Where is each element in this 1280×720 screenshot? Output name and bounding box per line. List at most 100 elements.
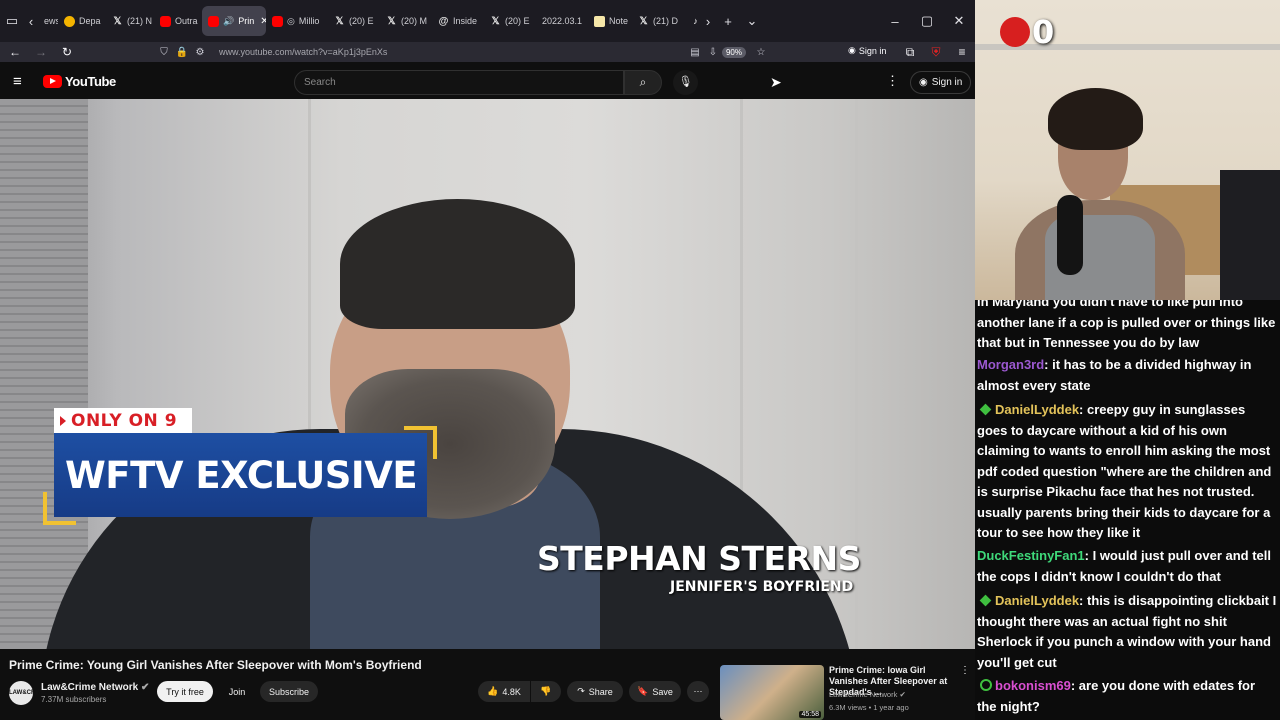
browser-tab[interactable]: ◎ Millio: [266, 6, 328, 36]
browser-tab[interactable]: ews: [38, 6, 58, 36]
new-tab-icon[interactable]: +: [716, 7, 740, 35]
search-button[interactable]: ⌕: [624, 70, 662, 95]
chat-message: bokonism69: are you done with edates for…: [977, 678, 1256, 714]
recommended-more-icon[interactable]: ⋮: [960, 665, 970, 676]
app-menu-icon[interactable]: ≡: [949, 42, 975, 62]
threads-icon: @: [438, 15, 449, 27]
more-options-icon[interactable]: ⋮: [886, 73, 899, 89]
x-icon: 𝕏: [639, 15, 648, 27]
lock-icon[interactable]: 🔒: [173, 47, 191, 58]
tab-list-chevron-icon[interactable]: ⌄: [740, 7, 764, 35]
browser-tab[interactable]: 𝕏 (20) M: [380, 6, 432, 36]
subscribe-button[interactable]: Subscribe: [260, 681, 318, 702]
browser-navbar: ← → ↻ ⛉ 🔒 ⚙ www.youtube.com/watch?v=aKp1…: [0, 42, 975, 62]
hamburger-menu-icon[interactable]: ≡: [13, 73, 22, 90]
youtube-signin-button[interactable]: ◉ Sign in: [910, 71, 972, 94]
browser-tab[interactable]: @ Inside: [432, 6, 484, 36]
x-icon: 𝕏: [335, 15, 344, 27]
browser-tab[interactable]: ♪: [684, 6, 700, 36]
play-triangle-icon: [60, 415, 66, 426]
share-button[interactable]: ↷ Share: [567, 681, 623, 702]
chat-message: DuckFestinyFan1: I would just pull over …: [977, 548, 1271, 584]
close-window-icon[interactable]: ✕: [943, 7, 975, 35]
zoom-level-badge[interactable]: 90%: [721, 46, 746, 58]
notepad-icon: [594, 15, 605, 27]
recommended-channel[interactable]: Law&Crime Network ✔: [829, 690, 906, 699]
chat-username[interactable]: DuckFestinyFan1: [977, 548, 1085, 563]
chat-username[interactable]: bokonism69: [995, 678, 1071, 693]
save-button[interactable]: 🔖 Save: [629, 681, 681, 702]
chat-message: Morgan3rd: it has to be a divided highwa…: [977, 357, 1252, 393]
counter-badge-icon: [1000, 17, 1030, 47]
browser-tab[interactable]: Depa: [58, 6, 106, 36]
forward-icon[interactable]: →: [28, 42, 54, 62]
save-page-icon[interactable]: ⇩: [704, 47, 722, 58]
bookmark-icon: 🔖: [637, 686, 649, 696]
channel-avatar[interactable]: LAW&CRIME: [9, 681, 46, 705]
browser-tab[interactable]: 𝕏 (20) E: [484, 6, 536, 36]
voice-search-button[interactable]: 🎙: [673, 70, 698, 95]
bookmark-star-icon[interactable]: ☆: [752, 47, 770, 58]
subscriber-badge-icon: [979, 403, 992, 416]
microphone-icon: 🎙: [678, 76, 693, 88]
shield-icon[interactable]: ⛉: [155, 47, 173, 58]
tab-scroll-right-icon[interactable]: ›: [700, 7, 716, 35]
stream-counter: 0: [1000, 13, 1054, 51]
browser-tab[interactable]: 𝕏 (21) D: [632, 6, 684, 36]
browser-tab[interactable]: Note: [588, 6, 632, 36]
chat-username[interactable]: DanielLyddek: [995, 402, 1079, 417]
pc-tower: [1220, 170, 1280, 300]
url-text[interactable]: www.youtube.com/watch?v=aKp1j3pEnXs: [219, 47, 387, 57]
browser-tab-active[interactable]: 🔊 Prin ✕: [202, 6, 266, 36]
ublock-icon[interactable]: ⛨: [923, 42, 949, 62]
reader-view-icon[interactable]: ▤: [686, 47, 704, 58]
channel-name[interactable]: Law&Crime Network ✔: [41, 682, 149, 693]
x-icon: 𝕏: [491, 15, 500, 27]
thumbs-down-icon: 👎: [540, 686, 552, 696]
try-it-free-button[interactable]: Try it free: [157, 681, 213, 702]
search-input[interactable]: Search: [294, 70, 624, 95]
browser-tab-strip: ▭ ‹ ews Depa 𝕏 (21) N Outra 🔊 Prin ✕ ◎ Milli…: [0, 0, 975, 42]
video-player[interactable]: ONLY ON 9 WFTV EXCLUSIVE STEPHAN STERNS …: [0, 99, 975, 649]
search-icon: ⌕: [639, 75, 647, 89]
maximize-icon[interactable]: ▢: [911, 7, 943, 35]
minimize-icon[interactable]: –: [879, 7, 911, 35]
browser-tab[interactable]: Outra: [154, 6, 202, 36]
youtube-play-icon: [43, 75, 62, 88]
tiktok-icon: ♪: [693, 15, 698, 26]
chat-username[interactable]: Morgan3rd: [977, 357, 1044, 372]
youtube-icon: [160, 15, 171, 27]
subscriber-badge-icon: [979, 594, 992, 607]
streamer-hair: [1048, 88, 1143, 150]
tab-overview-icon[interactable]: ▭: [0, 7, 24, 35]
permissions-icon[interactable]: ⚙: [191, 47, 209, 58]
chat-username[interactable]: DanielLyddek: [995, 593, 1079, 608]
window-shutter: [0, 99, 88, 649]
chat-panel: in Maryland you didn't have to like pull…: [975, 300, 1280, 720]
youtube-header: ≡ YouTube Search ⌕ 🎙 ➤ ⋮ ◉ Sign in: [0, 62, 975, 102]
only-on-9-badge: ONLY ON 9: [54, 408, 192, 433]
lower-third-role: JENNIFER'S BOYFRIEND: [670, 579, 854, 595]
tab-scroll-left-icon[interactable]: ‹: [24, 7, 38, 35]
account-signin[interactable]: ◉ Sign in: [848, 45, 886, 56]
browser-tab[interactable]: 𝕏 (21) N: [106, 6, 154, 36]
like-button[interactable]: 👍 4.8K: [478, 681, 530, 702]
recommended-meta: 6.3M views • 1 year ago: [829, 703, 909, 712]
speaker-icon[interactable]: 🔊: [223, 16, 234, 27]
address-bar[interactable]: ⛉ 🔒 ⚙ www.youtube.com/watch?v=aKp1j3pEnX…: [155, 43, 770, 61]
reload-icon[interactable]: ↻: [54, 42, 80, 62]
youtube-logo[interactable]: YouTube: [43, 74, 116, 89]
browser-tab[interactable]: 𝕏 (20) E: [328, 6, 380, 36]
more-actions-button[interactable]: ⋯: [687, 681, 709, 702]
chat-message: DanielLyddek: this is disappointing clic…: [977, 593, 1277, 670]
recommended-thumbnail[interactable]: 45:58: [720, 665, 824, 720]
youtube-icon: [272, 15, 283, 27]
studio-microphone: [1057, 195, 1083, 275]
join-button[interactable]: Join: [222, 681, 252, 702]
thumbs-up-icon: 👍: [487, 686, 499, 696]
back-icon[interactable]: ←: [2, 42, 28, 62]
dislike-button[interactable]: 👎: [531, 681, 561, 702]
browser-tab[interactable]: 2022.03.1: [536, 6, 588, 36]
extensions-icon[interactable]: ⧉: [897, 42, 923, 62]
subscriber-count: 7.37M subscribers: [41, 695, 107, 704]
